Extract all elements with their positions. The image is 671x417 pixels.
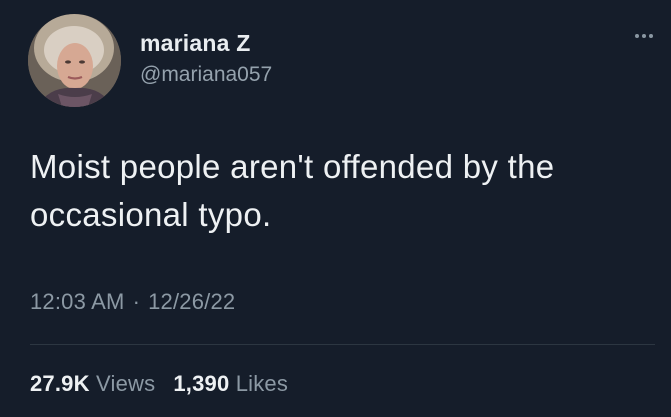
tweet-text: Moist people aren't offended by the occa…: [30, 148, 555, 233]
tweet-date: 12/26/22: [148, 289, 236, 314]
views-label: Views: [96, 371, 156, 396]
display-name[interactable]: mariana Z: [140, 30, 250, 57]
views-count: 27.9K: [30, 371, 90, 396]
likes-stat[interactable]: 1,390 Likes: [173, 371, 288, 396]
more-dot: [635, 34, 639, 38]
profile-photo-icon: [28, 14, 121, 107]
user-handle[interactable]: @mariana057: [140, 63, 272, 87]
more-options-icon[interactable]: [627, 26, 661, 46]
tweet-timestamp[interactable]: 12:03 AM · 12/26/22: [30, 289, 235, 315]
more-dot: [642, 34, 646, 38]
divider: [30, 344, 655, 345]
tweet-card: mariana Z @mariana057 Moist people aren'…: [0, 0, 671, 417]
meta-separator: ·: [132, 289, 141, 314]
likes-label: Likes: [235, 371, 289, 396]
tweet-time: 12:03 AM: [30, 289, 125, 314]
avatar[interactable]: [28, 14, 121, 107]
likes-count: 1,390: [173, 371, 230, 396]
tweet-stats: 27.9K Views 1,390 Likes: [30, 371, 288, 397]
more-dot: [649, 34, 653, 38]
views-stat[interactable]: 27.9K Views: [30, 371, 155, 396]
